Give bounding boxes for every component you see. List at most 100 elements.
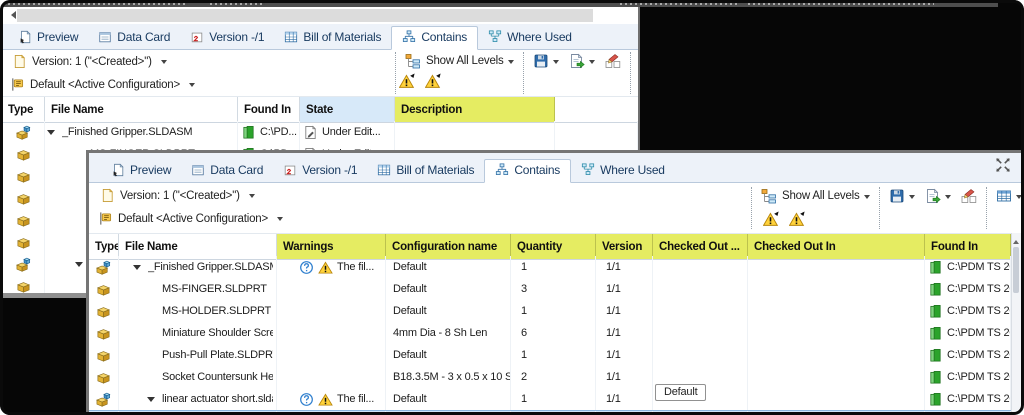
expand-arrow-icon[interactable] [133, 265, 141, 274]
compare-button[interactable] [961, 187, 977, 205]
file-name-label: MS-FINGER.SLDPRT [162, 283, 267, 295]
table-row[interactable]: Push-Pull Plate.SLDPRTDefault11/1C:\PDM … [89, 344, 1011, 366]
export-button[interactable] [925, 187, 951, 205]
table-view-button[interactable] [996, 187, 1022, 205]
cell-warnings [277, 411, 386, 415]
cell-text: 3 [521, 283, 527, 295]
table-row[interactable] [89, 410, 1011, 415]
save-button[interactable] [533, 52, 559, 70]
edit-state-icon [303, 125, 318, 140]
cell-text: 4mm Dia - 8 Sh Len [393, 327, 487, 339]
tab-label: Bill of Materials [303, 30, 381, 44]
configuration-selector[interactable]: Default <Active Configuration> [10, 77, 195, 92]
cell-found-in: C:\PDM TS 20 [925, 278, 1011, 300]
help-icon [299, 260, 314, 275]
tab-bill-of-materials[interactable]: Bill of Materials [274, 27, 391, 49]
export-button[interactable] [569, 52, 595, 70]
cell-text: 1 [521, 261, 527, 273]
screenshot-canvas: PreviewData CardVersion -/1Bill of Mater… [0, 0, 1024, 415]
folder-icon [928, 348, 943, 363]
cell-quantity: 2 [511, 366, 596, 388]
column-header-label: Type [8, 104, 33, 116]
expand-arrow-icon[interactable] [47, 130, 55, 139]
folder-icon [928, 326, 943, 341]
chevron-down-icon [189, 83, 195, 90]
expand-arrow-icon[interactable] [75, 262, 83, 271]
expand-arrow-icon[interactable] [147, 397, 155, 406]
chevron-left-icon[interactable] [7, 11, 16, 19]
chevron-down-icon [945, 195, 951, 202]
column-header-label: Found In [244, 104, 291, 116]
tab-preview[interactable]: Preview [8, 27, 88, 49]
tab-version-1[interactable]: Version -/1 [180, 27, 274, 49]
table-row[interactable]: Miniature Shoulder Screw.S...4mm Dia - 8… [89, 322, 1011, 344]
show-all-levels-button[interactable]: Show All Levels [405, 52, 514, 70]
table-row[interactable]: _Finished Gripper.SLDASMC:\PD...Under Ed… [2, 121, 638, 143]
table-row[interactable]: linear actuator short.sldasmThe fil...De… [89, 388, 1011, 410]
tab-where-used[interactable]: Where Used [571, 160, 675, 182]
tab-data-card[interactable]: Data Card [88, 27, 180, 49]
cell-text: 1 [521, 393, 527, 405]
warning-text: The fil... [337, 393, 374, 405]
column-header-description[interactable]: Description [395, 97, 555, 122]
configuration-label: Default <Active Configuration> [30, 79, 180, 91]
warning-add-icon [789, 210, 806, 227]
preview-icon [18, 30, 32, 44]
file-name-label: Push-Pull Plate.SLDPRT [162, 349, 273, 361]
tab-preview[interactable]: Preview [101, 160, 181, 182]
tab-contains[interactable]: Contains [484, 159, 571, 183]
table-row[interactable]: MS-HOLDER.SLDPRTDefault11/1C:\PDM TS 20 [89, 300, 1011, 322]
column-header-found-in[interactable]: Found In [238, 97, 300, 122]
cell-checked-out-in [748, 366, 925, 388]
table-row[interactable]: Socket Countersunk Head ...B18.3.5M - 3 … [89, 366, 1011, 388]
cell-type [2, 231, 45, 253]
scrollbar-up-arrow[interactable] [1013, 237, 1019, 244]
chevron-down-icon [161, 60, 167, 67]
version-selector[interactable]: Version: 1 ("<Created>") [100, 188, 255, 203]
cell-quantity: 1 [511, 344, 596, 366]
tab-version-1[interactable]: Version -/1 [273, 160, 367, 182]
cell-configuration: Default [386, 388, 511, 410]
cell-text: Default [393, 283, 426, 295]
assembly-icon [96, 392, 111, 407]
expand-icon[interactable] [994, 156, 1012, 174]
cell-filler [555, 121, 638, 143]
cell-type [89, 388, 119, 410]
cell-type [2, 165, 45, 187]
save-icon [533, 53, 549, 69]
tab-contains[interactable]: Contains [391, 26, 478, 50]
tab-where-used[interactable]: Where Used [478, 27, 582, 49]
compare-button[interactable] [605, 52, 621, 70]
horizontal-scrollbar[interactable] [2, 7, 638, 24]
cell-quantity: 1 [511, 388, 596, 410]
scrollbar-thumb[interactable] [1013, 247, 1019, 293]
column-header-label: Configuration name [392, 241, 497, 253]
version-selector[interactable]: Version: 1 ("<Created>") [12, 54, 167, 69]
chevron-down-icon [249, 194, 255, 201]
tab-bill-of-materials[interactable]: Bill of Materials [367, 160, 484, 182]
column-header-file-name[interactable]: File Name [45, 97, 238, 122]
data-card-icon [98, 30, 112, 44]
tab-data-card[interactable]: Data Card [181, 160, 273, 182]
cell-file-name [119, 411, 277, 415]
scrollbar-track[interactable] [17, 9, 593, 22]
column-header-label: State [306, 104, 333, 116]
cell-type [89, 366, 119, 388]
save-button[interactable] [889, 187, 915, 205]
warning-text: The fil... [337, 261, 374, 273]
cell-text: 1/1 [606, 393, 621, 405]
column-header-type[interactable]: Type [2, 97, 45, 122]
cell-configuration: Default [386, 278, 511, 300]
table-row[interactable]: MS-FINGER.SLDPRTDefault31/1C:\PDM TS 20 [89, 278, 1011, 300]
vertical-scrollbar[interactable] [1011, 233, 1021, 415]
show-all-levels-button[interactable]: Show All Levels [761, 187, 870, 205]
cell-type [2, 253, 45, 275]
configuration-selector[interactable]: Default <Active Configuration> [98, 211, 283, 226]
table-row[interactable]: _Finished Gripper.SLDASMThe fil...Defaul… [89, 256, 1011, 278]
cell-text: Default [393, 261, 426, 273]
assembly-icon [16, 257, 31, 272]
bom-icon [284, 30, 298, 44]
part-icon [96, 348, 111, 363]
cell-text: 1/1 [606, 261, 621, 273]
column-header-state[interactable]: State [300, 97, 395, 122]
